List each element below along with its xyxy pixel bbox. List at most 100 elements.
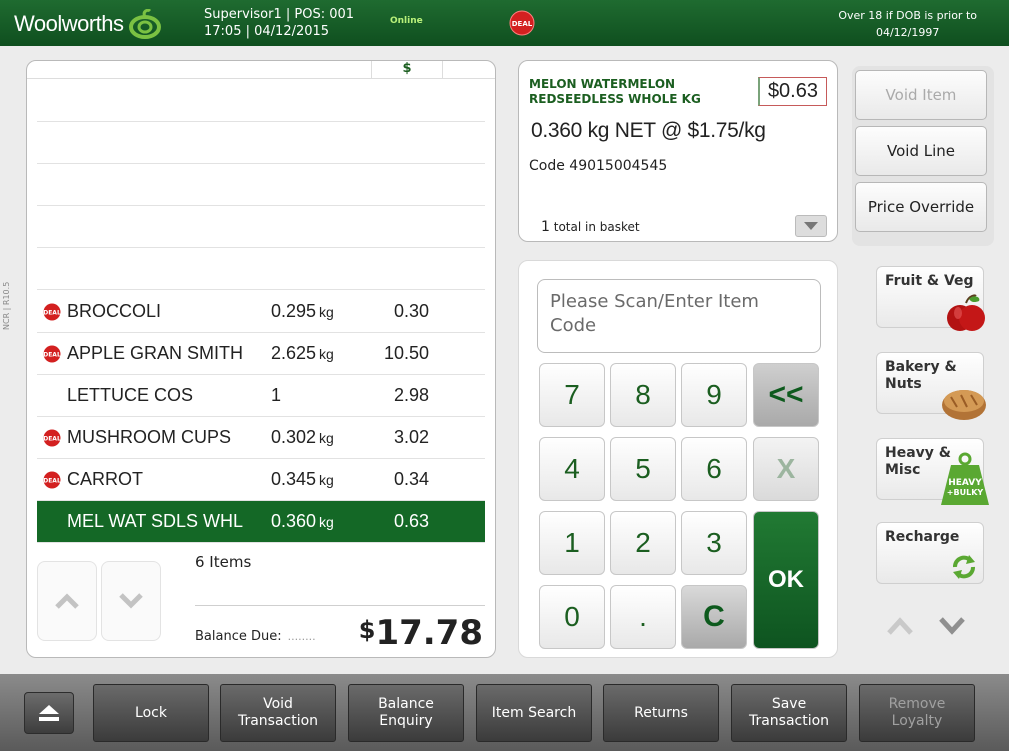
weight-icon: HEAVY +BULKY — [941, 452, 989, 505]
row-price: 10.50 — [383, 343, 429, 363]
key-2[interactable]: 2 — [610, 511, 676, 575]
svg-text:DEAL: DEAL — [43, 436, 61, 443]
category-label: Recharge — [885, 529, 960, 545]
row-price: 3.02 — [393, 427, 429, 447]
menu-toggle-button[interactable] — [24, 692, 74, 734]
clear-entry-key[interactable]: X — [753, 437, 819, 501]
items-count: 6 Items — [195, 553, 252, 571]
category-label: Fruit & Veg — [885, 273, 974, 289]
void-transaction-button[interactable]: Void Transaction — [220, 684, 336, 742]
receipt-row[interactable]: LETTUCE COS 1 2.98 — [37, 375, 485, 417]
empty-line — [37, 163, 485, 164]
lock-button[interactable]: Lock — [93, 684, 209, 742]
key-3[interactable]: 3 — [681, 511, 747, 575]
keypad-panel: Please Scan/Enter Item Code 7 8 9 << 4 5… — [518, 260, 838, 658]
deal-icon: DEAL — [41, 345, 63, 368]
price-override-button[interactable]: Price Override — [855, 182, 987, 232]
receipt-line-items: DEAL BROCCOLI 0.295 kg 0.30 DEAL APPLE GR… — [37, 291, 485, 543]
receipt-row[interactable]: DEAL BROCCOLI 0.295 kg 0.30 — [37, 291, 485, 333]
backspace-key[interactable]: << — [753, 363, 819, 427]
row-qty: 2.625 kg — [271, 343, 334, 363]
key-5[interactable]: 5 — [610, 437, 676, 501]
category-fruit-veg[interactable]: Fruit & Veg — [876, 266, 985, 331]
receipt-row[interactable]: DEAL APPLE GRAN SMITH 2.625 kg 10.50 — [37, 333, 485, 375]
empty-line — [37, 289, 485, 290]
key-8[interactable]: 8 — [610, 363, 676, 427]
row-qty: 0.360 kg — [271, 511, 334, 531]
empty-line — [37, 247, 485, 248]
scroll-up-button[interactable] — [37, 561, 97, 641]
balance-due-label: Balance Due:........ — [195, 629, 316, 644]
terminal-version-label: NCR | R10.5 — [2, 281, 11, 330]
row-price: 0.30 — [393, 301, 429, 321]
svg-text:+BULKY: +BULKY — [947, 488, 984, 497]
recharge-icon — [953, 555, 975, 579]
clear-key[interactable]: C — [681, 585, 747, 649]
key-4[interactable]: 4 — [539, 437, 605, 501]
logo-text: Woolworths — [14, 11, 124, 36]
key-0[interactable]: 0 — [539, 585, 605, 649]
empty-line — [37, 121, 485, 122]
basket-total: 1 total in basket — [541, 219, 640, 235]
apple-icon — [947, 294, 985, 331]
row-item-name: MEL WAT SDLS WHL — [67, 511, 244, 531]
save-transaction-button[interactable]: Save Transaction — [731, 684, 847, 742]
scroll-down-button[interactable] — [101, 561, 161, 641]
deal-badge-icon: DEAL — [509, 10, 535, 40]
svg-text:DEAL: DEAL — [43, 352, 61, 359]
deal-icon: DEAL — [41, 471, 63, 494]
bread-icon — [942, 390, 986, 420]
chevron-up-icon[interactable] — [886, 616, 914, 636]
key-1[interactable]: 1 — [539, 511, 605, 575]
currency-symbol: $ — [358, 616, 376, 644]
svg-text:DEAL: DEAL — [43, 310, 61, 317]
row-qty: 0.345 kg — [271, 469, 334, 489]
price-column-header: $ — [371, 61, 443, 79]
receipt-header: $ — [27, 61, 495, 79]
current-time: 17:05 — [204, 24, 242, 39]
chevron-down-icon — [119, 593, 143, 609]
void-item-button[interactable]: Void Item — [855, 70, 987, 120]
item-detail-weight: 0.360 kg NET @ $1.75/kg — [531, 119, 766, 142]
row-item-name: LETTUCE COS — [67, 385, 194, 405]
online-status: Online — [390, 16, 423, 26]
receipt-row-selected[interactable]: MEL WAT SDLS WHL 0.360 kg 0.63 — [37, 501, 485, 543]
remove-loyalty-button[interactable]: Remove Loyalty — [859, 684, 975, 742]
woolworths-logo-icon — [128, 9, 161, 39]
item-search-button[interactable]: Item Search — [476, 684, 592, 742]
expand-detail-button[interactable] — [795, 215, 827, 237]
current-date: 04/12/2015 — [254, 24, 330, 39]
row-price: 0.34 — [393, 469, 429, 489]
separator: | — [245, 24, 255, 39]
ok-key[interactable]: OK — [753, 511, 819, 649]
receipt-panel: $ DEAL BROCCOLI 0.295 kg 0.30 DEAL APPLE … — [26, 60, 496, 658]
category-recharge[interactable]: Recharge — [876, 522, 984, 584]
key-6[interactable]: 6 — [681, 437, 747, 501]
balance-due-amount: $17.78 — [359, 613, 483, 653]
balance-divider — [195, 605, 485, 606]
age-check-notice: Over 18 if DOB is prior to 04/12/1997 — [838, 7, 977, 41]
deal-icon: DEAL — [41, 303, 63, 326]
row-qty: 1 — [271, 385, 282, 405]
void-line-button[interactable]: Void Line — [855, 126, 987, 176]
category-bakery-nuts[interactable]: Bakery & Nuts — [876, 352, 986, 420]
receipt-row[interactable]: DEAL MUSHROOM CUPS 0.302 kg 3.02 — [37, 417, 485, 459]
row-item-name: BROCCOLI — [67, 301, 162, 321]
balance-value: 17.78 — [375, 613, 483, 653]
receipt-row[interactable]: DEAL CARROT 0.345 kg 0.34 — [37, 459, 485, 501]
row-qty: 0.295 kg — [271, 301, 334, 321]
woolworths-logo: Woolworths — [14, 9, 162, 39]
balance-enquiry-button[interactable]: Balance Enquiry — [348, 684, 464, 742]
decimal-key[interactable]: . — [610, 585, 676, 649]
returns-button[interactable]: Returns — [603, 684, 719, 742]
row-qty: 0.302 kg — [271, 427, 334, 447]
category-heavy-misc[interactable]: Heavy & Misc HEAVY +BULKY — [876, 438, 989, 505]
row-price: 2.98 — [393, 385, 429, 405]
svg-text:HEAVY: HEAVY — [948, 478, 982, 488]
receipt-scroll-controls — [37, 561, 161, 641]
item-code-input[interactable]: Please Scan/Enter Item Code — [537, 279, 821, 353]
key-9[interactable]: 9 — [681, 363, 747, 427]
item-detail-code: Code 49015004545 — [529, 158, 668, 174]
chevron-down-icon[interactable] — [938, 616, 966, 636]
key-7[interactable]: 7 — [539, 363, 605, 427]
